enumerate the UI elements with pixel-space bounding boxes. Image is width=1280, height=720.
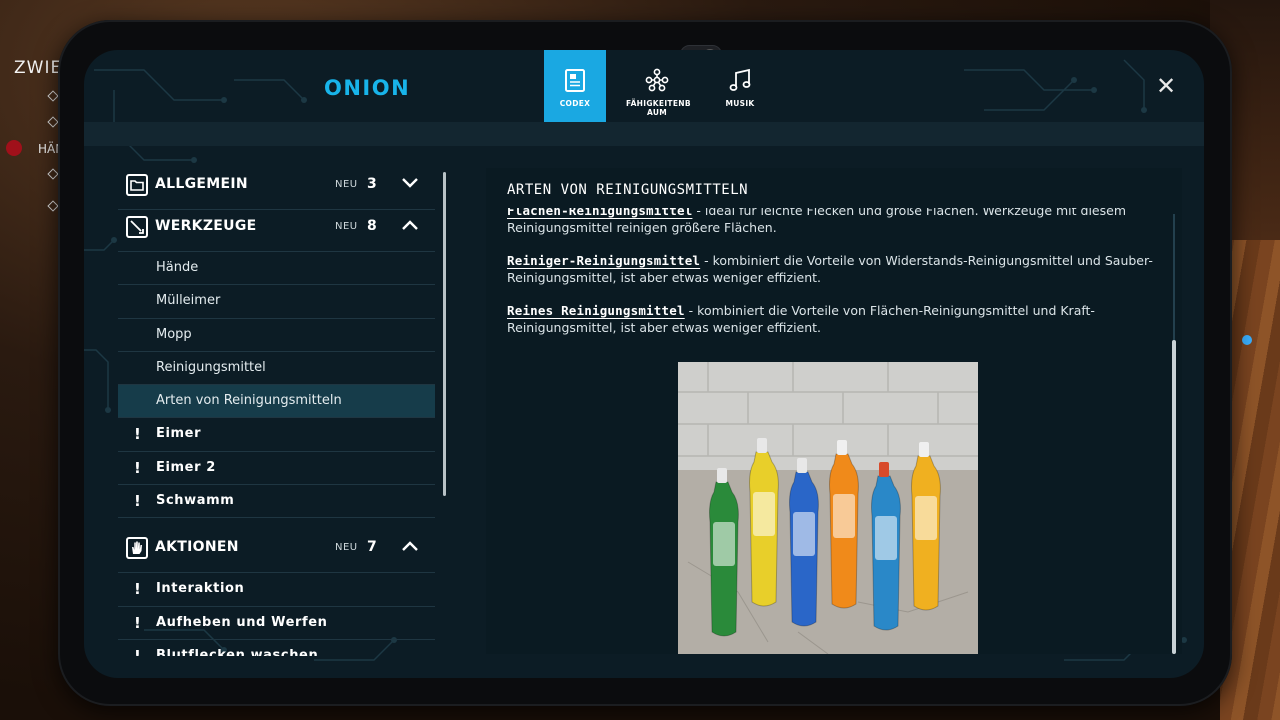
quest-title: ZWIE (14, 58, 63, 78)
tablet-screen: ONION CODEX FÄHIGKEITENB AUM MUSIK ✕ ALL… (84, 50, 1204, 678)
term-link[interactable]: Flächen-Reinigungsmittel (507, 208, 692, 218)
category-werkzeuge[interactable]: WERKZEUGE NEU 8 (118, 210, 435, 252)
quest-diamond-icon (47, 116, 59, 128)
entry-paragraph: Reines Reinigungsmittel - kombiniert die… (507, 302, 1157, 336)
codex-sidebar: ALLGEMEIN NEU 3 WERKZEUGE NEU 8 Hände Mü… (118, 168, 435, 656)
new-count: 3 (367, 176, 377, 192)
list-item-selected[interactable]: Arten von Reinigungsmitteln (118, 385, 435, 419)
tab-codex[interactable]: CODEX (544, 50, 606, 122)
entry-scrollbar-thumb[interactable] (1172, 340, 1176, 654)
entry-paragraph: Reiniger-Reinigungsmittel - kombiniert d… (507, 252, 1157, 286)
list-item[interactable]: ! Schwamm (118, 485, 435, 519)
entry-title: ARTEN VON REINIGUNGSMITTELN (507, 182, 749, 198)
tab-label: CODEX (559, 99, 591, 108)
list-item[interactable]: Reinigungsmittel (118, 352, 435, 386)
item-label: Eimer 2 (156, 459, 216, 475)
term-link[interactable]: Reines Reinigungsmittel (507, 303, 685, 318)
quest-diamond-icon (47, 168, 59, 180)
category-name: AKTIONEN (155, 539, 239, 556)
background-light (1242, 335, 1252, 345)
new-alert-icon: ! (134, 613, 141, 632)
item-label: Mülleimer (156, 293, 221, 309)
quest-diamond-icon (47, 200, 59, 212)
music-icon (729, 68, 751, 91)
new-count: 8 (367, 218, 377, 234)
chevron-up-icon[interactable] (401, 218, 419, 232)
sub-header-bar (84, 122, 1204, 146)
tool-icon (126, 216, 148, 238)
codex-entry-panel: ARTEN VON REINIGUNGSMITTELN Flächen-Rein… (486, 168, 1182, 654)
new-alert-icon: ! (134, 580, 141, 599)
list-item[interactable]: ! Eimer 2 (118, 452, 435, 486)
tab-label: MUSIK (725, 99, 755, 108)
tab-music[interactable]: MUSIK (709, 50, 771, 122)
new-alert-icon: ! (134, 646, 141, 656)
item-label: Aufheben und Werfen (156, 614, 328, 630)
entry-paragraph: Flächen-Reinigungsmittel - ideal für lei… (507, 208, 1157, 236)
new-label: NEU (335, 221, 358, 232)
chevron-up-icon[interactable] (401, 539, 419, 553)
tab-label: FÄHIGKEITENB AUM (626, 99, 691, 117)
sidebar-scrollbar[interactable] (443, 172, 446, 496)
item-label: Hände (156, 260, 199, 275)
list-item[interactable]: ! Eimer (118, 418, 435, 452)
cleaning-bottles-image (678, 362, 978, 654)
category-aktionen[interactable]: AKTIONEN NEU 7 (118, 531, 435, 574)
blood-stain (6, 140, 22, 156)
hand-icon (126, 537, 148, 560)
category-name: WERKZEUGE (155, 218, 257, 234)
item-label: Schwamm (156, 493, 235, 509)
list-item[interactable]: ! Interaktion (118, 573, 435, 607)
codex-icon (565, 69, 585, 92)
item-label: Eimer (156, 426, 202, 442)
chevron-down-icon[interactable] (401, 176, 419, 190)
item-label: Arten von Reinigungsmitteln (156, 393, 342, 409)
new-label: NEU (335, 542, 358, 554)
header-bar: ONION CODEX FÄHIGKEITENB AUM MUSIK ✕ (84, 50, 1204, 122)
new-label: NEU (335, 179, 358, 190)
new-alert-icon: ! (134, 425, 141, 444)
item-label: Blutflecken waschen (156, 647, 319, 656)
term-link[interactable]: Reiniger-Reinigungsmittel (507, 253, 700, 268)
item-label: Reinigungsmittel (156, 359, 266, 375)
entry-scrollbar-track[interactable] (1172, 214, 1176, 654)
new-alert-icon: ! (134, 492, 141, 511)
list-item[interactable]: Mülleimer (118, 285, 435, 319)
skill-tree-icon (645, 68, 669, 92)
close-button[interactable]: ✕ (1154, 74, 1178, 98)
category-name: ALLGEMEIN (155, 176, 248, 192)
category-allgemein[interactable]: ALLGEMEIN NEU 3 (118, 168, 435, 210)
list-item[interactable]: Hände (118, 252, 435, 286)
list-item[interactable]: ! Aufheben und Werfen (118, 607, 435, 640)
list-item[interactable]: ! Blutflecken waschen (118, 640, 435, 656)
new-alert-icon: ! (134, 458, 141, 477)
onion-logo: ONION (324, 76, 411, 100)
new-count: 7 (367, 539, 377, 556)
list-item[interactable]: Mopp (118, 319, 435, 352)
item-label: Interaktion (156, 581, 245, 597)
item-label: Mopp (156, 326, 192, 342)
quest-diamond-icon (47, 90, 59, 102)
folder-icon (126, 174, 148, 196)
tab-skill-tree[interactable]: FÄHIGKEITENB AUM (626, 50, 691, 122)
